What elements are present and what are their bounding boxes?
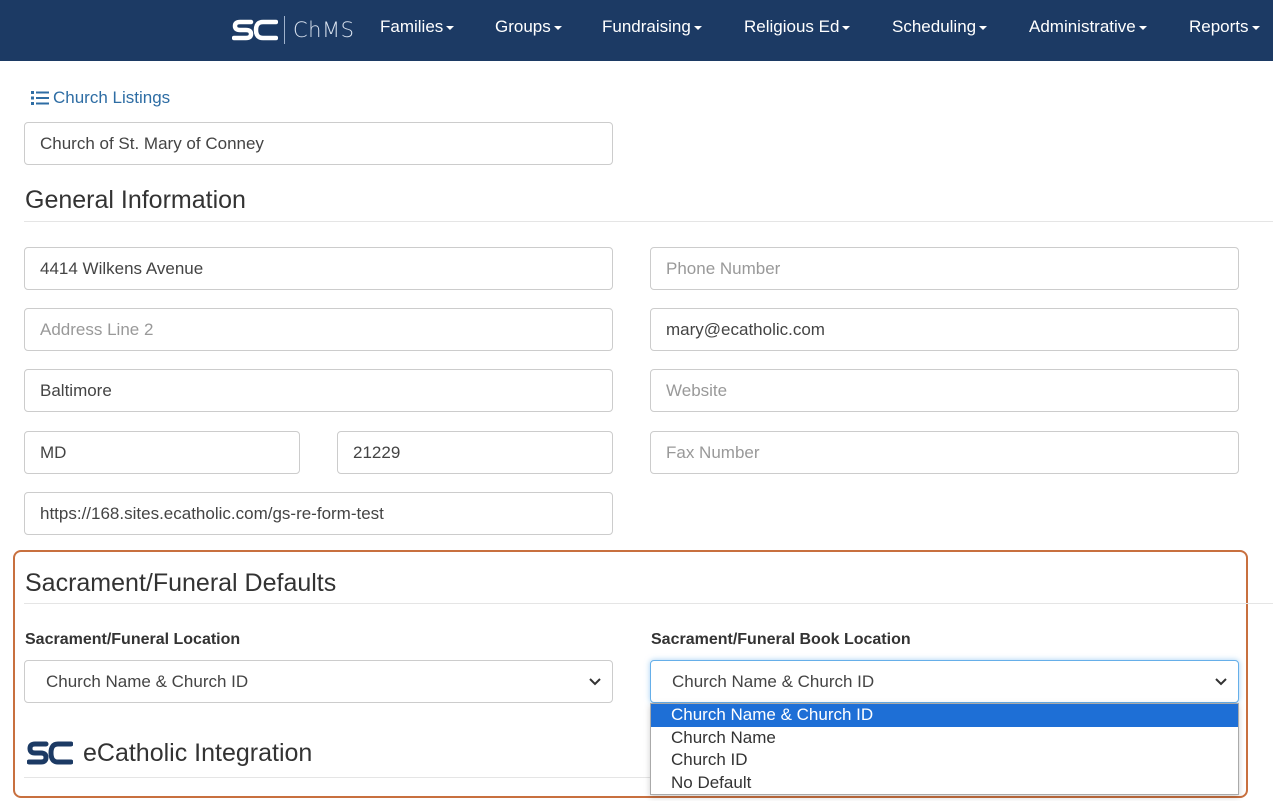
caret-down-icon	[842, 26, 851, 30]
top-navbar: ChMS Families Groups Fundraising Religio…	[0, 0, 1273, 61]
nav-reports[interactable]: Reports	[1189, 17, 1260, 37]
website-input[interactable]	[650, 369, 1239, 412]
address-line1-input[interactable]	[24, 247, 613, 290]
caret-down-icon	[553, 26, 562, 30]
nav-religious-ed-label: Religious Ed	[744, 17, 840, 36]
nav-fundraising-label: Fundraising	[602, 17, 691, 36]
sacrament-book-location-value: Church Name & Church ID	[672, 671, 875, 691]
ecatholic-logo-icon	[27, 741, 73, 765]
brand-text: ChMS	[293, 18, 355, 42]
caret-down-icon	[1251, 26, 1260, 30]
caret-down-icon	[1138, 26, 1147, 30]
list-icon	[31, 91, 49, 105]
site-url-input[interactable]	[24, 492, 613, 535]
section-divider	[24, 777, 650, 778]
nav-religious-ed[interactable]: Religious Ed	[744, 17, 851, 37]
chevron-down-icon	[589, 678, 601, 686]
church-listings-link[interactable]: Church Listings	[31, 88, 170, 108]
general-information-title: General Information	[25, 186, 246, 214]
nav-administrative[interactable]: Administrative	[1029, 17, 1147, 37]
sc-logo-icon	[232, 19, 278, 41]
sacrament-location-value: Church Name & Church ID	[46, 671, 249, 691]
nav-administrative-label: Administrative	[1029, 17, 1136, 36]
caret-down-icon	[693, 26, 702, 30]
nav-families-label: Families	[380, 17, 444, 36]
address-line2-input[interactable]	[24, 308, 613, 351]
church-name-input[interactable]	[24, 122, 613, 165]
nav-families[interactable]: Families	[380, 17, 455, 37]
nav-scheduling-label: Scheduling	[892, 17, 977, 36]
caret-down-icon	[446, 26, 455, 30]
nav-fundraising[interactable]: Fundraising	[602, 17, 702, 37]
section-divider	[24, 221, 1273, 222]
dropdown-option[interactable]: Church Name & Church ID	[651, 704, 1238, 727]
dropdown-option[interactable]: Church Name	[651, 727, 1238, 750]
fax-input[interactable]	[650, 431, 1239, 474]
nav-groups[interactable]: Groups	[495, 17, 562, 37]
ecatholic-integration-heading: eCatholic Integration	[27, 738, 312, 768]
sacrament-book-location-select[interactable]: Church Name & Church ID	[650, 660, 1239, 703]
sacrament-location-label: Sacrament/Funeral Location	[25, 631, 241, 648]
book-location-dropdown-list: Church Name & Church ID Church Name Chur…	[650, 703, 1239, 795]
dropdown-option[interactable]: No Default	[651, 772, 1238, 795]
sacrament-book-location-label: Sacrament/Funeral Book Location	[651, 631, 911, 648]
chevron-down-icon	[1215, 678, 1227, 686]
phone-input[interactable]	[650, 247, 1239, 290]
caret-down-icon	[979, 26, 988, 30]
dropdown-option[interactable]: Church ID	[651, 749, 1238, 772]
section-divider	[24, 603, 1273, 604]
city-input[interactable]	[24, 369, 613, 412]
brand-logo[interactable]: ChMS	[232, 14, 354, 46]
brand-divider	[284, 16, 285, 44]
zip-input[interactable]	[337, 431, 613, 474]
nav-reports-label: Reports	[1189, 17, 1249, 36]
sacrament-defaults-title: Sacrament/Funeral Defaults	[25, 569, 337, 597]
state-input[interactable]	[24, 431, 300, 474]
nav-scheduling[interactable]: Scheduling	[892, 17, 988, 37]
email-input[interactable]	[650, 308, 1239, 351]
nav-groups-label: Groups	[495, 17, 551, 36]
church-listings-label: Church Listings	[53, 88, 171, 107]
ecatholic-integration-title: eCatholic Integration	[83, 738, 313, 767]
sacrament-location-select[interactable]: Church Name & Church ID	[24, 660, 613, 703]
